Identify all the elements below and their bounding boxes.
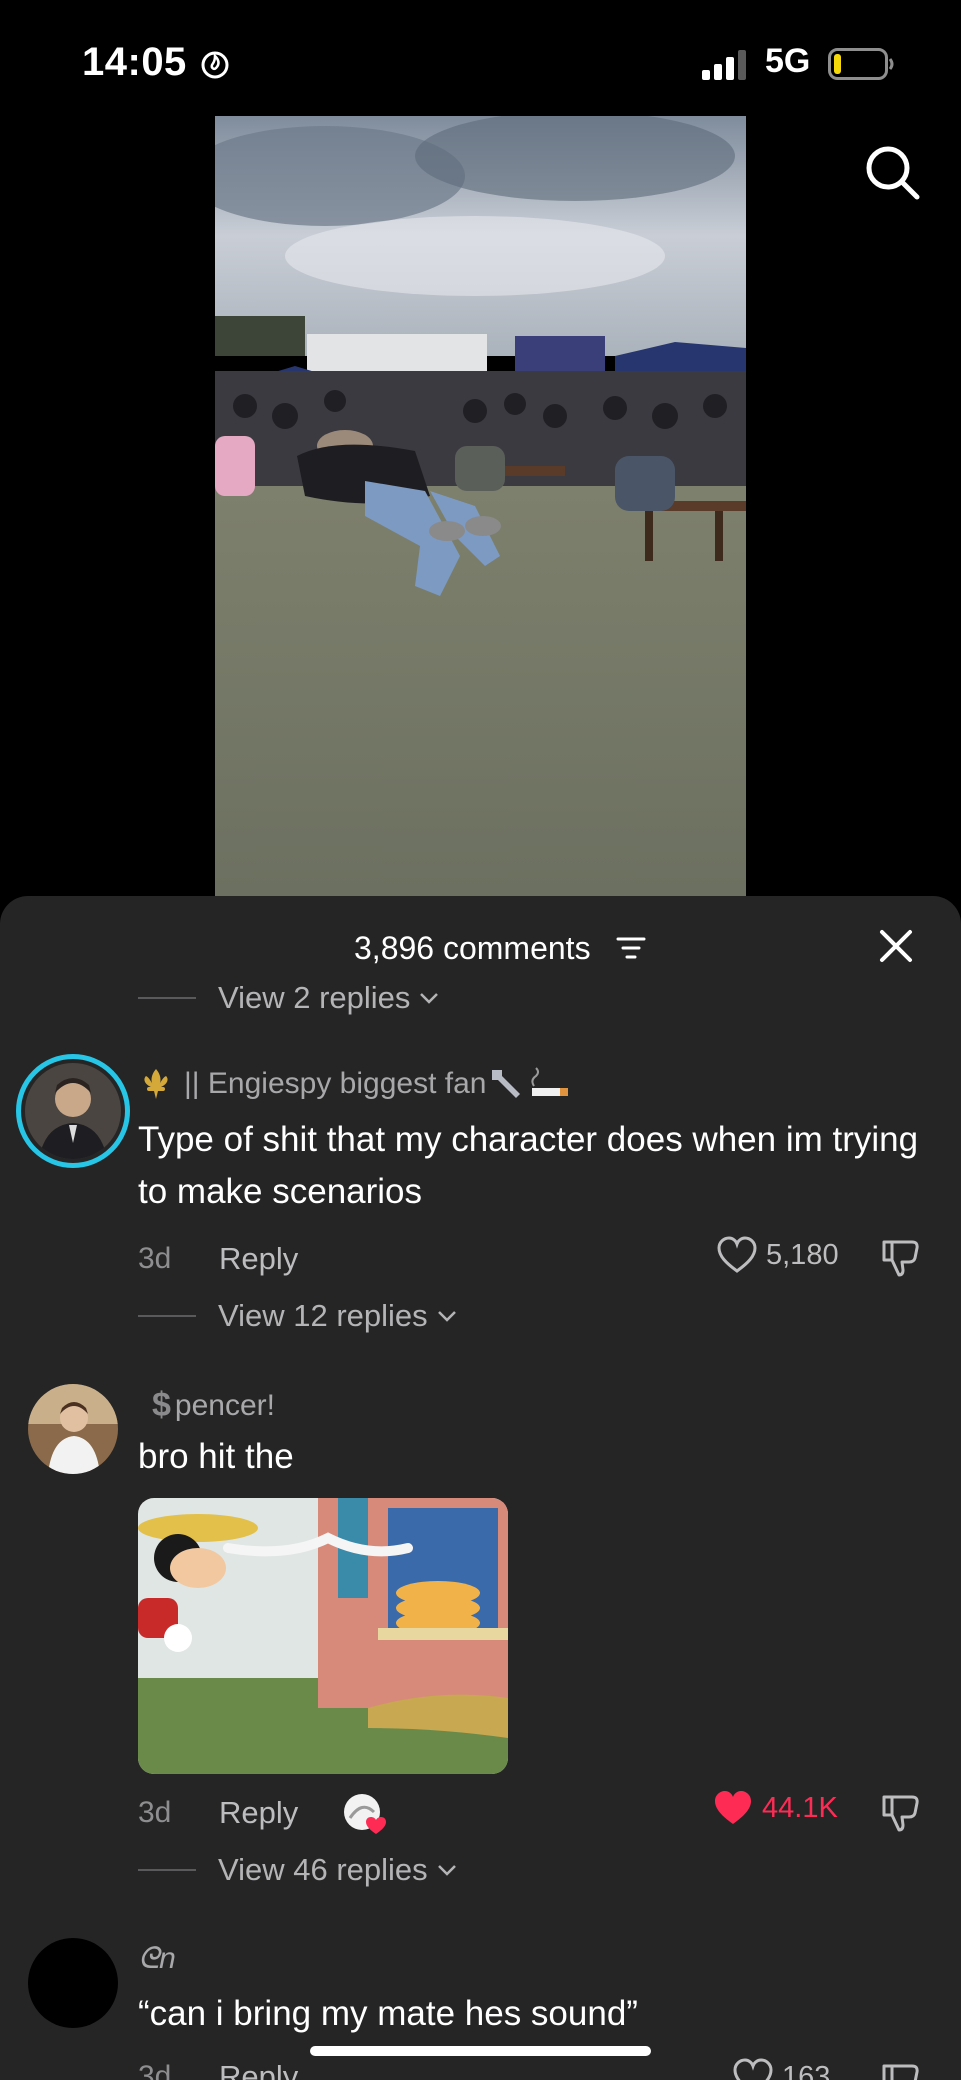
reply-button[interactable]: Reply [219, 1241, 298, 1277]
view-replies-button[interactable]: View 46 replies [138, 1848, 458, 1892]
hotspot-flame-icon [201, 51, 229, 79]
avatar-image [28, 1384, 118, 1474]
network-label: 5G [765, 42, 811, 80]
comments-header: 3,896 comments [0, 896, 961, 976]
like-count: 5,180 [766, 1238, 839, 1271]
comment-time: 3d [138, 2060, 172, 2080]
dislike-icon[interactable] [880, 1791, 922, 1833]
avatar[interactable] [16, 1054, 130, 1168]
status-bar: 14:05 5G [0, 0, 961, 115]
chevron-down-icon [437, 1311, 456, 1322]
mickey-gif-image [138, 1498, 508, 1774]
view-replies-button[interactable]: View 2 replies [138, 976, 440, 1020]
comment-username[interactable]: $ pencer! [152, 1386, 275, 1425]
like-button[interactable]: 163 [732, 2058, 830, 2080]
reply-button[interactable]: Reply [219, 2059, 298, 2080]
view-replies-button[interactable]: View 12 replies [138, 1294, 458, 1338]
filter-icon[interactable] [616, 934, 646, 962]
heart-outline-icon [733, 2058, 773, 2080]
avatar[interactable] [28, 1384, 118, 1474]
status-time: 14:05 [82, 40, 187, 84]
close-icon[interactable] [878, 928, 914, 964]
chevron-down-icon [420, 993, 439, 1004]
dislike-icon[interactable] [880, 1236, 922, 1278]
heart-outline-icon [717, 1236, 757, 1273]
signal-icon [702, 50, 746, 80]
video-player[interactable] [215, 116, 746, 896]
divider-line [138, 1315, 196, 1317]
comment-username[interactable]: ᘓn [138, 1942, 176, 1976]
comment-count: 3,896 comments [354, 930, 591, 966]
chevron-down-icon [437, 1865, 456, 1876]
divider-line [138, 1869, 196, 1871]
avatar-image [25, 1063, 121, 1159]
reply-button[interactable]: Reply [219, 1795, 298, 1831]
dislike-icon[interactable] [880, 2060, 922, 2080]
battery-icon [828, 48, 894, 80]
comment-text: “can i bring my mate hes sound” [138, 1994, 638, 2033]
wrench-icon [492, 1070, 521, 1098]
comment-text: Type of shit that my character does when… [138, 1120, 919, 1211]
search-icon[interactable] [862, 142, 922, 202]
dollar-icon: $ [152, 1386, 171, 1424]
comment-username-label: pencer! [174, 1388, 275, 1422]
creator-liked-avatar-icon [344, 1794, 386, 1834]
like-count: 44.1K [762, 1791, 838, 1824]
video-frame [215, 116, 746, 896]
like-button[interactable]: 44.1K [712, 1789, 838, 1827]
fleur-de-lis-icon [144, 1069, 168, 1099]
comments-panel: 3,896 comments View 2 replies || Engiesp… [0, 896, 961, 2080]
like-count: 163 [782, 2060, 831, 2080]
heart-filled-icon [715, 1791, 751, 1824]
view-replies-label: View 12 replies [218, 1298, 428, 1333]
cigarette-icon [531, 1067, 569, 1096]
comment-time: 3d [138, 1242, 172, 1275]
comment-time: 3d [138, 1796, 172, 1829]
comment-username[interactable]: || Engiespy biggest fan [138, 1066, 572, 1102]
comment-gif[interactable] [138, 1498, 508, 1774]
comment-text: bro hit the [138, 1437, 294, 1476]
like-button[interactable]: 5,180 [716, 1236, 839, 1274]
view-replies-label: View 2 replies [218, 980, 411, 1015]
home-indicator[interactable] [310, 2046, 651, 2056]
view-replies-label: View 46 replies [218, 1852, 428, 1887]
avatar[interactable] [28, 1938, 118, 2028]
divider-line [138, 997, 196, 999]
comment-username-label: || Engiespy biggest fan [184, 1067, 487, 1100]
